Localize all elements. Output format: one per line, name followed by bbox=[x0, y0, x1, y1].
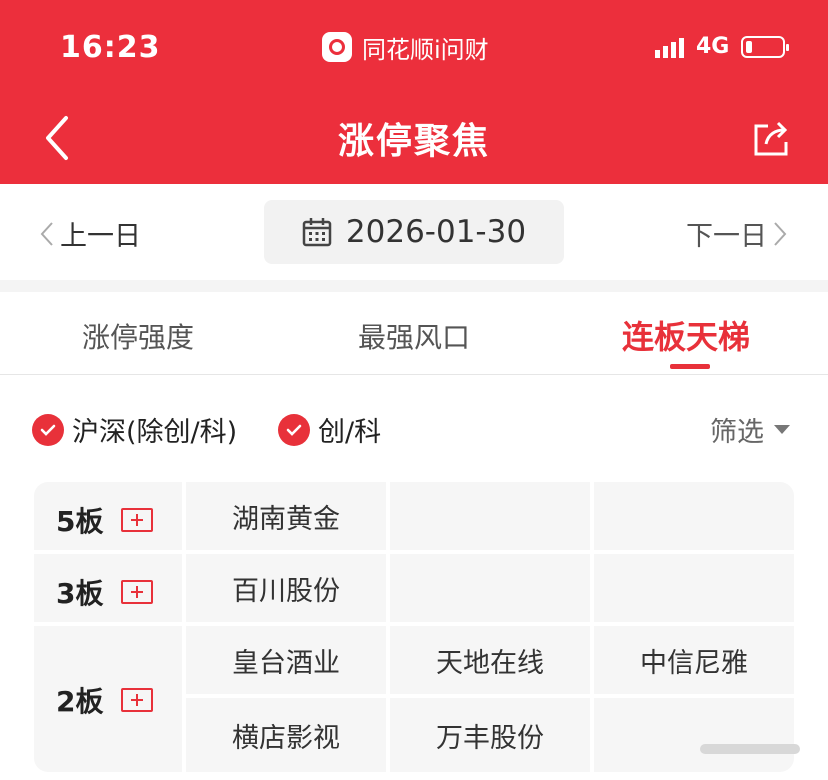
section-divider bbox=[0, 280, 828, 292]
tab-consecutive-ladder[interactable]: 连板天梯 bbox=[622, 312, 750, 358]
stock-cell[interactable]: 百川股份 bbox=[186, 554, 386, 622]
stock-cell[interactable]: 湖南黄金 bbox=[186, 482, 386, 550]
chevron-right-icon bbox=[774, 221, 787, 246]
stock-cell[interactable]: 皇台酒业 bbox=[186, 626, 386, 694]
expand-plus-icon[interactable] bbox=[121, 688, 154, 712]
active-tab-indicator bbox=[670, 364, 710, 369]
level-label: 5板 bbox=[56, 505, 104, 538]
status-time: 16:23 bbox=[60, 30, 161, 65]
prev-day-button[interactable]: 上一日 bbox=[40, 214, 141, 253]
ladder-level-5: 5板 bbox=[56, 500, 154, 540]
tab-strongest-trend[interactable]: 最强风口 bbox=[358, 316, 470, 356]
next-day-label: 下一日 bbox=[686, 221, 767, 252]
battery-icon bbox=[741, 35, 790, 58]
date-picker[interactable]: 2026-01-30 bbox=[264, 200, 564, 264]
share-icon[interactable] bbox=[750, 118, 792, 160]
checkmark-icon bbox=[278, 413, 310, 446]
tab-limit-strength[interactable]: 涨停强度 bbox=[82, 316, 194, 356]
tab-bar: 涨停强度 最强风口 连板天梯 bbox=[0, 292, 828, 375]
level-label: 2板 bbox=[56, 685, 104, 718]
chevron-left-icon bbox=[40, 221, 53, 246]
calendar-icon bbox=[302, 218, 332, 247]
signal-icon bbox=[655, 36, 684, 58]
status-app-name: 同花顺i问财 bbox=[362, 35, 489, 64]
stock-cell[interactable]: 横店影视 bbox=[186, 698, 386, 772]
page-title: 涨停聚焦 bbox=[337, 121, 490, 162]
expand-plus-icon[interactable] bbox=[121, 508, 154, 532]
home-indicator-icon bbox=[700, 744, 800, 754]
expand-plus-icon[interactable] bbox=[121, 580, 154, 604]
checkmark-icon bbox=[32, 413, 64, 446]
level-label: 3板 bbox=[56, 577, 104, 610]
status-indicators: 4G bbox=[655, 34, 790, 59]
status-app-indicator: 同花顺i问财 bbox=[322, 30, 489, 64]
filter-shsz-checkbox[interactable]: 沪深(除创/科) bbox=[32, 410, 237, 449]
filter-dropdown[interactable]: 筛选 bbox=[710, 410, 790, 449]
caret-down-icon bbox=[774, 425, 790, 434]
ladder-level-3: 3板 bbox=[56, 572, 154, 612]
filter-dropdown-label: 筛选 bbox=[710, 417, 764, 448]
stock-cell[interactable]: 中信尼雅 bbox=[594, 626, 794, 694]
next-day-button[interactable]: 下一日 bbox=[686, 214, 787, 253]
ladder-table: 5板 湖南黄金 3板 百川股份 2板 皇台酒业 天地在线 中信尼雅 横店影视 万… bbox=[34, 482, 794, 772]
stock-cell[interactable]: 万丰股份 bbox=[390, 698, 590, 772]
grid-divider bbox=[34, 550, 794, 554]
network-type: 4G bbox=[696, 34, 730, 59]
ladder-level-2: 2板 bbox=[56, 680, 154, 720]
selected-date: 2026-01-30 bbox=[345, 214, 527, 250]
filter-shsz-label: 沪深(除创/科) bbox=[72, 417, 238, 448]
filter-bar: 沪深(除创/科) 创/科 筛选 bbox=[0, 396, 828, 460]
filter-chuang-ke-label: 创/科 bbox=[318, 417, 382, 448]
prev-day-label: 上一日 bbox=[60, 221, 141, 252]
stock-cell[interactable]: 天地在线 bbox=[390, 626, 590, 694]
app-logo-icon bbox=[322, 32, 352, 62]
app-header: 16:23 同花顺i问财 4G 涨停聚焦 bbox=[0, 0, 828, 184]
date-bar: 上一日 2026-01-30 下一日 bbox=[0, 184, 828, 280]
filter-chuang-ke-checkbox[interactable]: 创/科 bbox=[278, 410, 381, 449]
